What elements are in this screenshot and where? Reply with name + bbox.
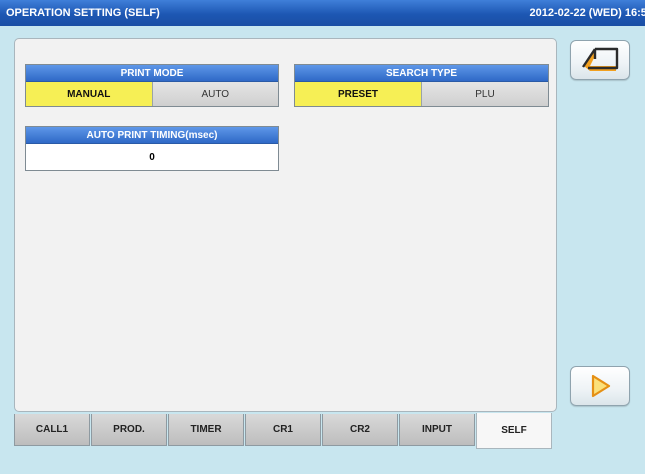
datetime-display: 2012-02-22 (WED) 16:57 [529, 7, 645, 19]
tab-prod[interactable]: PROD. [91, 414, 167, 446]
tab-cr1[interactable]: CR1 [245, 414, 321, 446]
play-right-icon [591, 374, 611, 398]
tab-self[interactable]: SELF [476, 413, 552, 449]
search-type-group: SEARCH TYPE PRESET PLU [294, 64, 549, 107]
tab-cr2[interactable]: CR2 [322, 414, 398, 446]
settings-panel: PRINT MODE MANUAL AUTO SEARCH TYPE PRESE… [14, 38, 557, 412]
auto-print-timing-field[interactable]: 0 [26, 144, 278, 170]
back-button[interactable] [570, 40, 630, 80]
print-mode-heading: PRINT MODE [26, 65, 278, 82]
auto-print-timing-heading: AUTO PRINT TIMING(msec) [26, 127, 278, 144]
tab-input[interactable]: INPUT [399, 414, 475, 446]
print-mode-auto-button[interactable]: AUTO [151, 82, 278, 106]
return-arrow-icon [582, 47, 619, 71]
next-page-button[interactable] [570, 366, 630, 406]
search-type-plu-button[interactable]: PLU [421, 82, 548, 106]
print-mode-manual-button[interactable]: MANUAL [26, 82, 152, 106]
print-mode-group: PRINT MODE MANUAL AUTO [25, 64, 279, 107]
screen-title: OPERATION SETTING (SELF) [6, 7, 160, 19]
search-type-heading: SEARCH TYPE [295, 65, 548, 82]
search-type-preset-button[interactable]: PRESET [295, 82, 421, 106]
auto-print-timing-group: AUTO PRINT TIMING(msec) 0 [25, 126, 279, 171]
tab-bar: CALL1 PROD. TIMER CR1 CR2 INPUT SELF [14, 413, 561, 449]
title-bar: OPERATION SETTING (SELF) 2012-02-22 (WED… [0, 0, 645, 26]
tab-call1[interactable]: CALL1 [14, 414, 90, 446]
tab-timer[interactable]: TIMER [168, 414, 244, 446]
